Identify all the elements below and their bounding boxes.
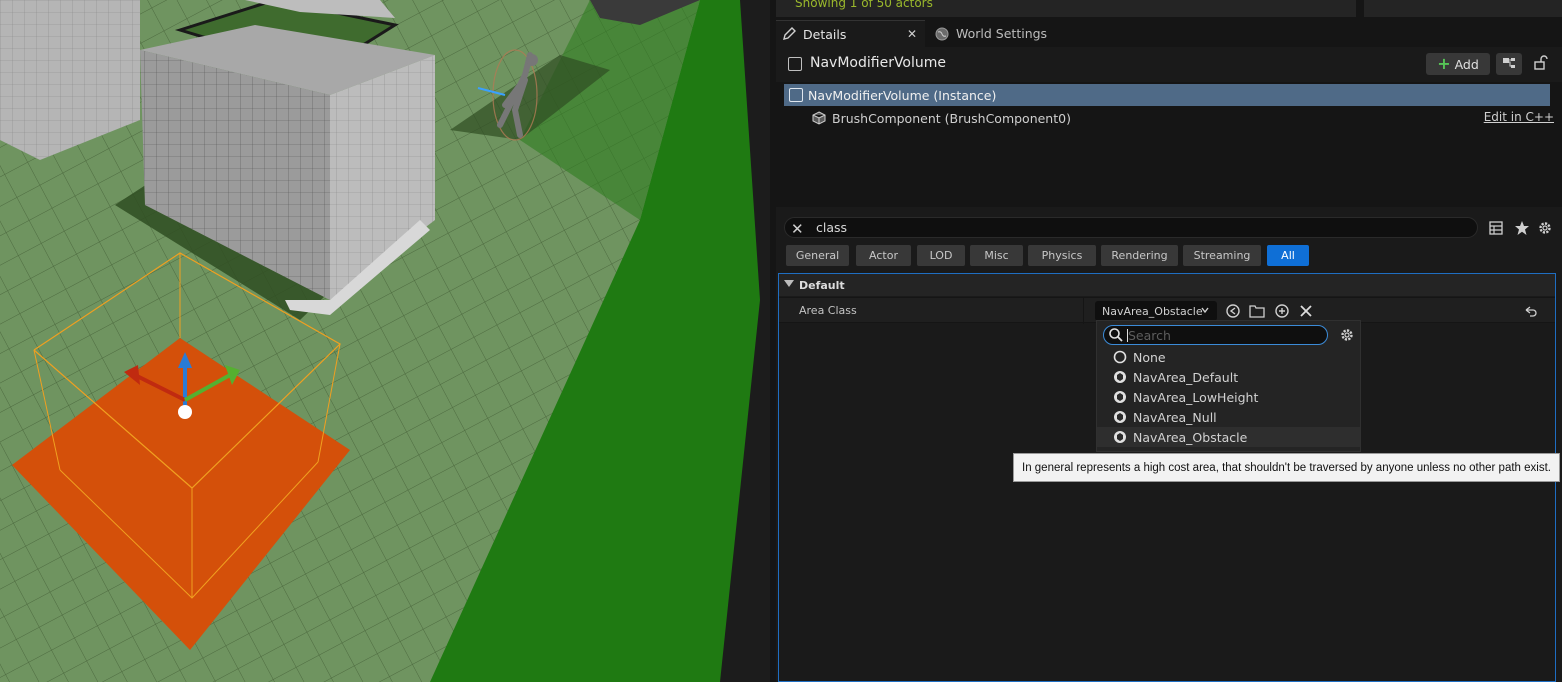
add-component-button[interactable]: + Add [1426,53,1490,75]
filter-all[interactable]: All [1267,245,1309,266]
category-default[interactable]: Default [779,274,1555,296]
class-option-none[interactable]: None [1097,347,1360,367]
outliner-footer-right [1364,0,1562,17]
outliner-footer: Showing 1 of 50 actors [776,0,1356,17]
details-search: ✕ class [784,217,1484,238]
column-splitter[interactable] [1083,298,1084,324]
clear-icon[interactable] [1298,303,1314,319]
tab-details[interactable]: Details ✕ [776,20,925,47]
component-root-row[interactable]: NavModifierVolume (Instance) [784,84,1550,106]
gear-icon[interactable] [1537,220,1553,236]
class-icon [1114,411,1126,423]
component-child-row[interactable]: BrushComponent (BrushComponent0) [812,107,1071,129]
class-picker-search[interactable]: Search [1103,325,1328,345]
area-class-value: NavArea_Obstacle [1102,304,1203,318]
panel-tabbar: Details ✕ World Settings [776,20,1562,47]
outliner-status: Showing 1 of 50 actors [795,0,933,10]
cube-icon [812,111,826,125]
property-name: Area Class [799,304,857,317]
close-icon[interactable]: ✕ [907,27,917,41]
actor-header: NavModifierVolume + Add [776,47,1562,80]
folder-icon[interactable] [1249,303,1265,319]
details-search-input[interactable]: ✕ class [784,217,1478,238]
none-circle-icon [1113,350,1127,364]
class-icon [1114,371,1126,383]
search-value: class [816,220,848,235]
globe-icon [935,27,949,40]
class-icon [1114,391,1126,403]
class-option-navarea-default[interactable]: NavArea_Default [1097,367,1360,387]
volume-icon [789,88,803,102]
filter-physics[interactable]: Physics [1028,245,1096,266]
class-option-navarea-null[interactable]: NavArea_Null [1097,407,1360,427]
add-circle-icon[interactable] [1274,303,1290,319]
tab-world-settings-label: World Settings [956,26,1048,41]
filter-general[interactable]: General [786,245,849,266]
area-class-combo[interactable]: NavArea_Obstacle [1095,301,1217,321]
blueprint-button[interactable] [1496,53,1522,75]
component-root-label: NavModifierVolume (Instance) [808,87,997,103]
class-option-navarea-obstacle[interactable]: NavArea_Obstacle [1097,427,1360,447]
pencil-icon [783,27,796,40]
browse-to-asset-icon[interactable] [1225,303,1241,319]
star-icon[interactable] [1514,220,1530,236]
chevron-down-icon [1201,307,1209,314]
filter-misc[interactable]: Misc [970,245,1023,266]
plus-icon: + [1437,54,1451,73]
volume-icon [788,57,802,71]
search-icon [1109,328,1123,342]
class-picker-dropdown: Search None NavArea_Default NavArea_LowH… [1096,320,1361,452]
tab-world-settings[interactable]: World Settings [931,20,1071,47]
viewport-scene [0,0,770,682]
search-placeholder: Search [1128,328,1171,343]
expand-arrow-icon[interactable] [784,280,794,287]
class-option-label: NavArea_Null [1133,409,1217,425]
class-option-label: NavArea_Obstacle [1133,429,1248,445]
filter-rendering[interactable]: Rendering [1101,245,1178,266]
tab-details-label: Details [803,26,847,42]
class-option-navarea-lowheight[interactable]: NavArea_LowHeight [1097,387,1360,407]
class-option-label: NavArea_LowHeight [1133,389,1259,405]
gear-icon[interactable] [1339,327,1355,343]
filter-actor[interactable]: Actor [856,245,911,266]
reset-to-default-icon[interactable] [1523,303,1539,319]
category-label: Default [799,278,845,292]
class-option-label: None [1133,349,1166,365]
component-tree: NavModifierVolume (Instance) BrushCompon… [776,82,1562,207]
hierarchy-icon [1503,58,1515,68]
table-view-icon[interactable] [1488,220,1504,236]
lock-icon[interactable] [1532,55,1548,71]
filter-lod[interactable]: LOD [917,245,965,266]
class-tooltip: In general represents a high cost area, … [1013,453,1560,482]
component-child-label: BrushComponent (BrushComponent0) [832,110,1071,126]
edit-in-cpp-link[interactable]: Edit in C++ [1484,110,1554,124]
class-option-label: NavArea_Default [1133,369,1239,385]
add-label: Add [1454,56,1479,72]
actor-name[interactable]: NavModifierVolume [810,55,946,71]
clear-search-icon[interactable]: ✕ [791,220,804,238]
filter-streaming[interactable]: Streaming [1183,245,1261,266]
class-icon [1114,431,1126,443]
level-viewport[interactable] [0,0,770,682]
